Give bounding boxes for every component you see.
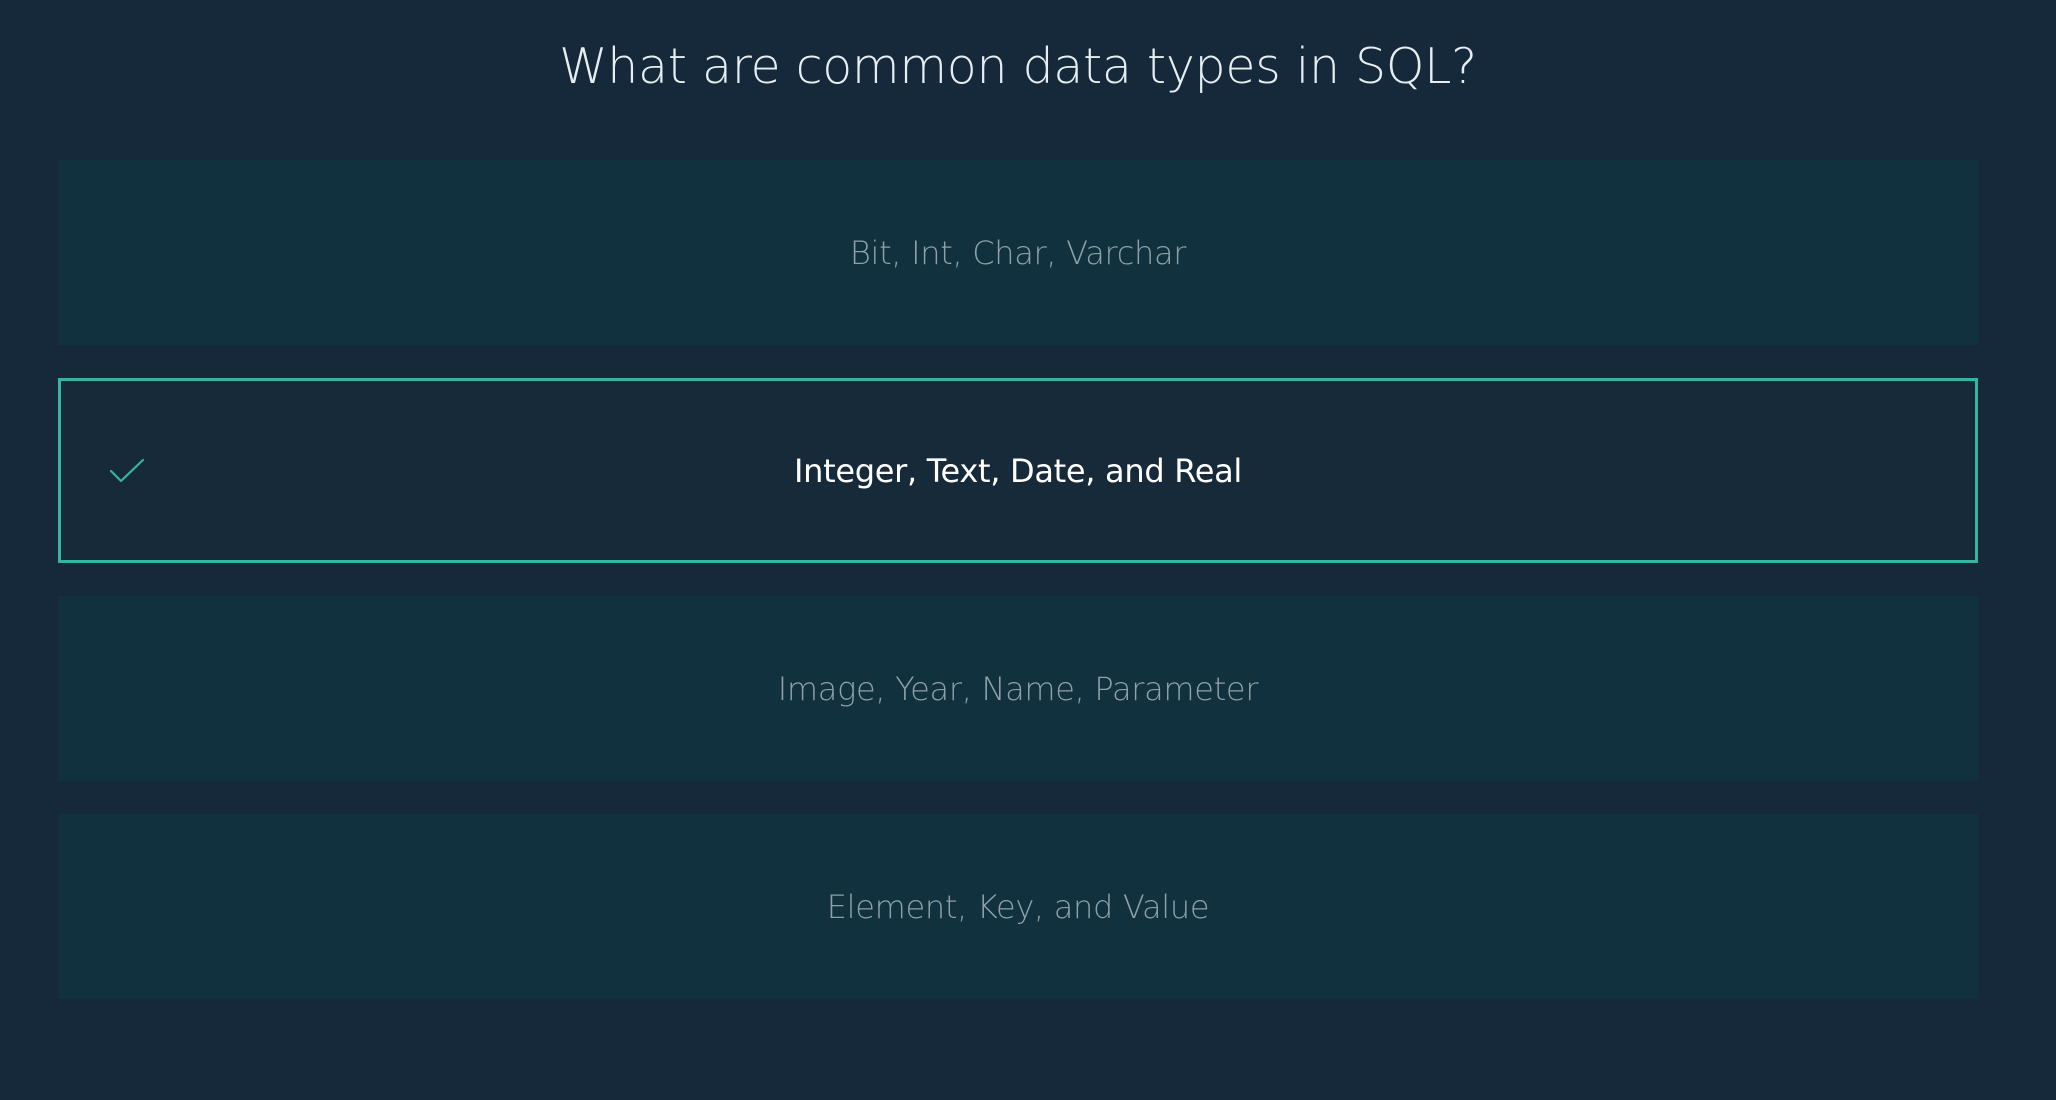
answer-option-label: Element, Key, and Value (826, 887, 1210, 926)
answer-option-1[interactable]: Bit, Int, Char, Varchar (58, 160, 1978, 345)
answer-option-label: Bit, Int, Char, Varchar (849, 233, 1187, 272)
answer-option-3[interactable]: Image, Year, Name, Parameter (58, 596, 1978, 781)
question-title: What are common data types in SQL? (559, 38, 1477, 95)
answer-option-2[interactable]: Integer, Text, Date, and Real (58, 378, 1978, 563)
answer-option-4[interactable]: Element, Key, and Value (58, 814, 1978, 999)
answer-option-label: Integer, Text, Date, and Real (793, 451, 1242, 490)
answer-option-label: Image, Year, Name, Parameter (777, 669, 1259, 708)
check-icon (109, 458, 145, 482)
quiz-container: What are common data types in SQL? Bit, … (0, 0, 2056, 1100)
